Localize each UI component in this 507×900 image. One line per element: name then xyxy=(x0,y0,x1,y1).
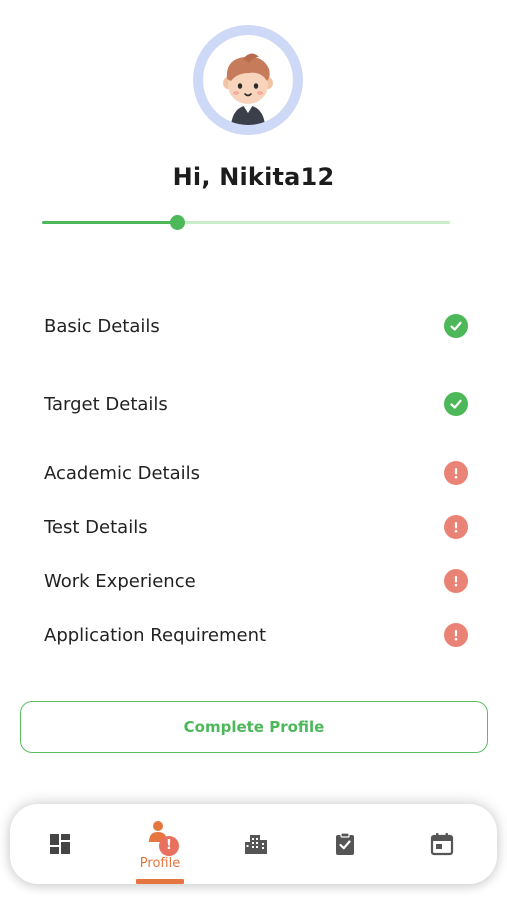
section-basic-details[interactable]: Basic Details xyxy=(44,311,468,341)
section-work-experience[interactable]: Work Experience xyxy=(44,566,468,596)
clipboard-check-icon xyxy=(336,832,354,855)
section-target-details[interactable]: Target Details xyxy=(44,389,468,419)
active-indicator xyxy=(136,879,184,884)
bottom-navigation: ! Profile xyxy=(10,804,497,884)
avatar xyxy=(193,25,303,135)
check-circle-icon xyxy=(444,314,468,338)
profile-progress-knob xyxy=(169,215,185,230)
alert-badge: ! xyxy=(159,835,179,856)
section-test-details[interactable]: Test Details xyxy=(44,512,468,542)
section-label: Academic Details xyxy=(44,462,200,484)
exclamation-circle-icon xyxy=(444,515,468,539)
exclamation-circle-icon xyxy=(444,569,468,593)
profile-icon-wrap: ! xyxy=(145,818,179,856)
section-label: Target Details xyxy=(44,393,168,415)
check-circle-icon xyxy=(444,392,468,416)
section-label: Application Requirement xyxy=(44,624,267,646)
nav-profile[interactable]: ! Profile xyxy=(125,804,195,884)
nav-profile-label: Profile xyxy=(139,855,181,871)
exclamation-circle-icon xyxy=(444,623,468,647)
section-application-requirement[interactable]: Application Requirement xyxy=(44,620,468,650)
nav-tasks[interactable] xyxy=(310,804,380,884)
buildings-icon xyxy=(245,835,267,854)
greeting-title: Hi, Nikita12 xyxy=(172,163,335,191)
section-label: Basic Details xyxy=(44,315,160,337)
boy-avatar-illustration xyxy=(223,53,273,125)
calendar-icon xyxy=(430,833,454,856)
complete-profile-button[interactable]: Complete Profile xyxy=(20,701,488,753)
nav-calendar[interactable] xyxy=(407,804,477,884)
nav-dashboard[interactable] xyxy=(25,804,95,884)
dashboard-icon xyxy=(50,834,70,854)
avatar-image xyxy=(203,35,293,125)
section-academic-details[interactable]: Academic Details xyxy=(44,458,468,488)
section-label: Test Details xyxy=(44,516,148,538)
section-label: Work Experience xyxy=(44,570,196,592)
profile-progress-bar xyxy=(42,215,450,230)
exclamation-circle-icon xyxy=(444,461,468,485)
nav-universities[interactable] xyxy=(221,804,291,884)
profile-progress-fill xyxy=(42,221,177,224)
